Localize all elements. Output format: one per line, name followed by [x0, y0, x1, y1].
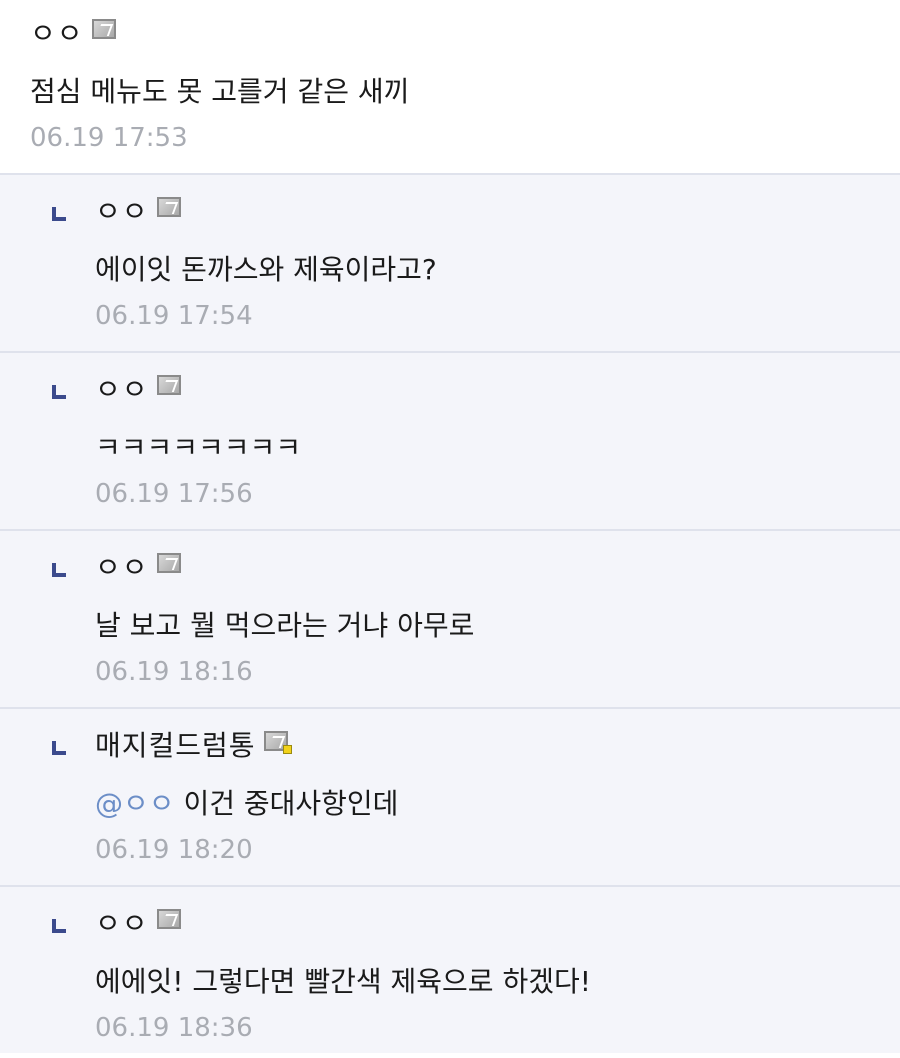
reply-timestamp: 06.19 17:56: [95, 479, 253, 509]
comment-item: ㅇㅇ 점심 메뉴도 못 고를거 같은 새끼 06.19 17:53: [0, 0, 900, 175]
fixed-nick-badge-icon: [156, 375, 181, 395]
reply-author-row: ㅇㅇ: [95, 904, 900, 944]
reply-item: ㅇㅇ 날 보고 뭘 먹으라는 거냐 아무로 06.19 18:16: [0, 531, 900, 709]
reply-nickname[interactable]: ㅇㅇ: [95, 904, 149, 944]
reply-item: ㅇㅇ 에이잇 돈까스와 제육이라고? 06.19 17:54: [0, 175, 900, 353]
fixed-nick-badge-icon: [91, 19, 116, 39]
reply-author-row: ㅇㅇ: [95, 192, 900, 232]
reply-timestamp: 06.19 18:16: [95, 657, 253, 687]
reply-text: 에이잇 돈까스와 제육이라고?: [95, 253, 437, 286]
reply-author-row: ㅇㅇ: [95, 370, 900, 410]
reply-nickname[interactable]: ㅇㅇ: [95, 192, 149, 232]
reply-item: ㅇㅇ ㅋㅋㅋㅋㅋㅋㅋㅋ 06.19 17:56: [0, 353, 900, 531]
comment-text: 점심 메뉴도 못 고를거 같은 새끼: [30, 75, 410, 108]
comment-timestamp: 06.19 17:53: [30, 123, 188, 153]
fixed-nick-badge-icon: [156, 553, 181, 573]
reply-item: 매지컬드럼통 @ㅇㅇ 이건 중대사항인데 06.19 18:20: [0, 709, 900, 887]
reply-text: ㅋㅋㅋㅋㅋㅋㅋㅋ: [95, 431, 302, 464]
reply-arrow-icon: [52, 919, 66, 933]
reply-timestamp: 06.19 18:20: [95, 835, 253, 865]
reply-text: 에에잇! 그렇다면 빨간색 제육으로 하겠다!: [95, 965, 591, 998]
reply-arrow-icon: [52, 741, 66, 755]
reply-arrow-icon: [52, 385, 66, 399]
reply-nickname[interactable]: 매지컬드럼통: [95, 726, 256, 766]
reply-author-row: ㅇㅇ: [95, 548, 900, 588]
reply-text: 날 보고 뭘 먹으라는 거냐 아무로: [95, 609, 475, 642]
reply-timestamp: 06.19 18:36: [95, 1013, 253, 1043]
comment-nickname[interactable]: ㅇㅇ: [30, 14, 84, 54]
comment-author-row: ㅇㅇ: [30, 14, 900, 54]
reply-arrow-icon: [52, 563, 66, 577]
reply-text-body: 이건 중대사항인데: [183, 787, 399, 820]
fixed-nick-badge-icon: [156, 909, 181, 929]
manager-badge-icon: [263, 731, 292, 754]
reply-timestamp: 06.19 17:54: [95, 301, 253, 331]
mention-link[interactable]: @ㅇㅇ: [95, 787, 175, 820]
reply-author-row: 매지컬드럼통: [95, 726, 900, 766]
reply-text: @ㅇㅇ 이건 중대사항인데: [95, 784, 900, 824]
reply-arrow-icon: [52, 207, 66, 221]
reply-nickname[interactable]: ㅇㅇ: [95, 548, 149, 588]
reply-item: ㅇㅇ 에에잇! 그렇다면 빨간색 제육으로 하겠다! 06.19 18:36: [0, 887, 900, 1053]
badge-dot-icon: [282, 745, 292, 754]
comment-list: ㅇㅇ 점심 메뉴도 못 고를거 같은 새끼 06.19 17:53 ㅇㅇ 에이잇…: [0, 0, 900, 1053]
fixed-nick-badge-icon: [156, 197, 181, 217]
reply-nickname[interactable]: ㅇㅇ: [95, 370, 149, 410]
